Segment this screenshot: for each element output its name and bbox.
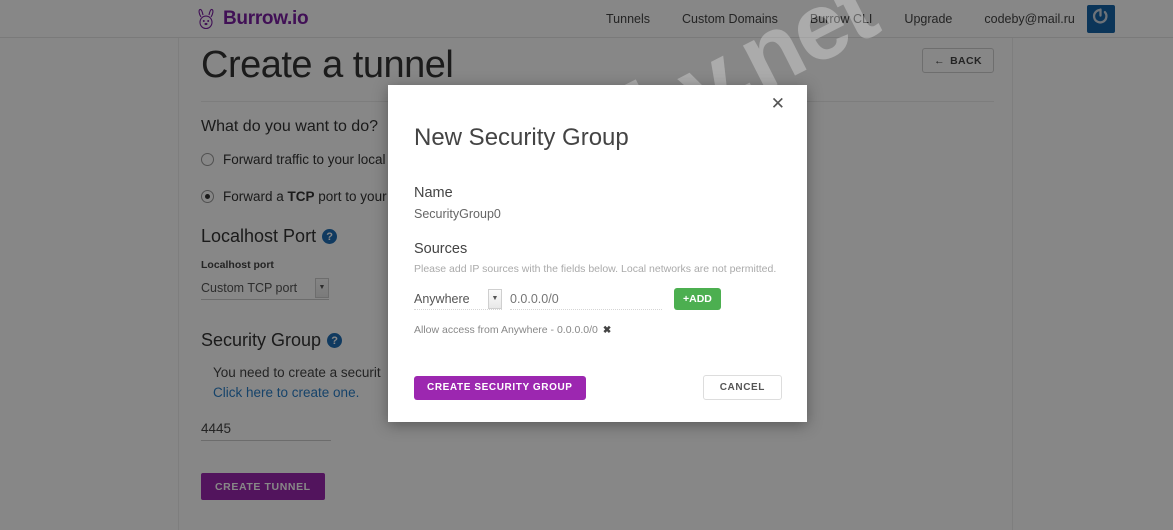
app-root: Burrow.io Tunnels Custom Domains Burrow …: [0, 0, 1173, 530]
close-icon[interactable]: ✕: [771, 95, 785, 112]
source-entry-row: Anywhere ▼ +ADD: [414, 288, 782, 310]
add-source-button[interactable]: +ADD: [674, 288, 721, 310]
source-scope-select-value: Anywhere: [414, 291, 470, 306]
source-scope-select[interactable]: Anywhere ▼: [414, 288, 502, 310]
sources-label: Sources: [414, 241, 468, 257]
modal-title: New Security Group: [414, 124, 629, 151]
name-value[interactable]: SecurityGroup0: [414, 207, 782, 221]
remove-icon[interactable]: ✖: [603, 325, 611, 336]
cancel-button[interactable]: CANCEL: [702, 375, 782, 400]
sources-hint: Please add IP sources with the fields be…: [414, 263, 777, 275]
name-label: Name: [414, 185, 453, 201]
chevron-down-icon[interactable]: ▼: [488, 288, 502, 309]
modal-body: Name SecurityGroup0 Sources Please add I…: [414, 185, 782, 336]
source-cidr-input[interactable]: [510, 288, 662, 310]
new-security-group-modal: ✕ New Security Group Name SecurityGroup0…: [388, 85, 807, 422]
source-tag-label: Allow access from Anywhere - 0.0.0.0/0: [414, 324, 598, 336]
modal-footer: CREATE SECURITY GROUP CANCEL: [414, 375, 782, 400]
source-tag: Allow access from Anywhere - 0.0.0.0/0 ✖: [414, 324, 782, 336]
create-security-group-button[interactable]: CREATE SECURITY GROUP: [414, 375, 586, 400]
